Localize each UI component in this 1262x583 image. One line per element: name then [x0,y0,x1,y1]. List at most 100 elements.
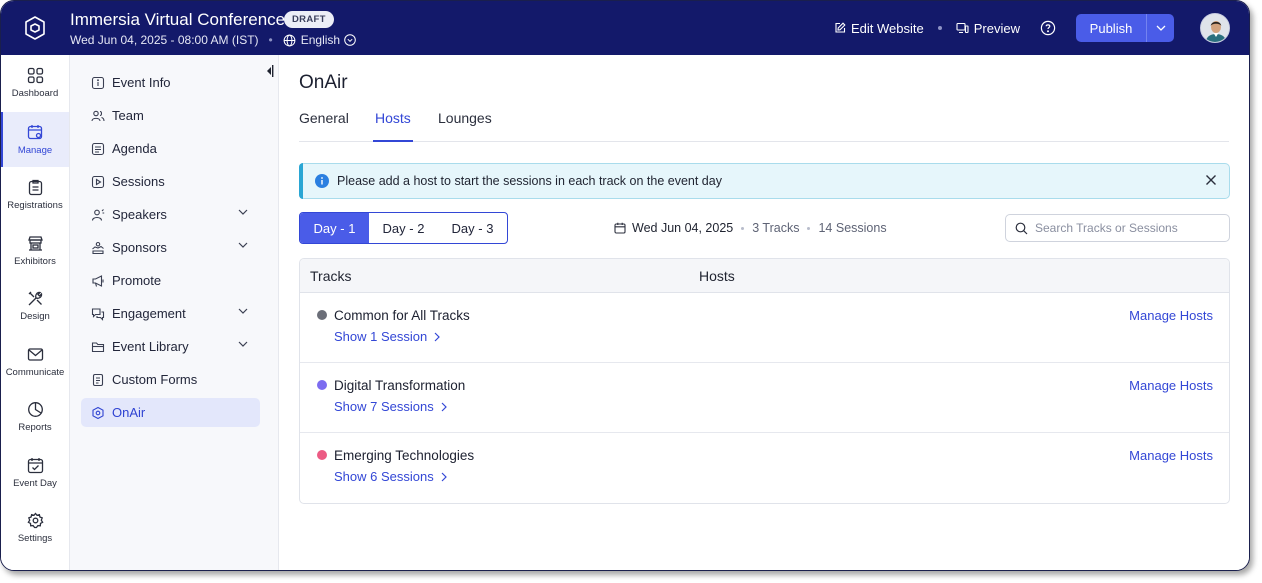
manage-nav-panel: Event Info Team Agenda Sessions Speakers… [70,55,279,570]
nav-item-speakers[interactable]: Speakers [81,200,260,229]
separator-dot [741,226,745,230]
rail-item-settings[interactable]: Settings [1,500,69,555]
avatar[interactable] [1200,13,1230,43]
separator-dot: • [268,33,273,47]
calendar-icon [614,222,626,234]
nav-item-label: Event Library [112,339,189,354]
form-icon [91,373,105,387]
speaker-icon [91,208,105,222]
edit-website-label: Edit Website [851,20,924,36]
column-header-tracks: Tracks [310,268,352,284]
info-banner: Please add a host to start the sessions … [299,163,1230,199]
event-datetime: Wed Jun 04, 2025 - 08:00 AM (IST) [70,33,259,47]
rail-item-event-day[interactable]: Event Day [1,445,69,500]
chevron-down-icon[interactable] [238,209,248,215]
rail-item-label: Exhibitors [14,255,56,267]
edit-website-button[interactable]: Edit Website [834,21,924,36]
header-separator [937,26,942,30]
table-row: Common for All Tracks Show 1 Session Man… [300,293,1229,363]
tracks-table: Tracks Hosts Common for All Tracks Show … [299,258,1230,504]
column-header-hosts: Hosts [699,268,735,284]
nav-item-agenda[interactable]: Agenda [81,134,260,163]
gear-icon [26,511,44,529]
nav-item-sessions[interactable]: Sessions [81,167,260,196]
nav-item-event-info[interactable]: Event Info [81,68,260,97]
nav-item-engagement[interactable]: Engagement [81,299,260,328]
manage-hosts-link[interactable]: Manage Hosts [1129,378,1213,393]
nav-item-label: Event Info [112,75,171,90]
edit-icon [834,22,851,34]
rail-item-reports[interactable]: Reports [1,389,69,444]
event-title: Immersia Virtual Conference [70,10,286,29]
publish-button[interactable]: Publish [1076,14,1174,42]
booth-icon [27,235,44,252]
chevron-right-icon [434,332,441,341]
chevron-down-circle-icon[interactable] [344,34,356,46]
header-actions: Edit Website Preview Publish [834,1,1249,55]
day-selector: Day - 1 Day - 2 Day - 3 [299,212,508,244]
chevron-down-icon[interactable] [238,242,248,248]
track-name: Common for All Tracks [334,308,470,323]
language-select[interactable]: English [301,33,340,47]
rail-item-label: Registrations [7,199,63,211]
track-color-dot [317,310,327,320]
rail-item-dashboard[interactable]: Dashboard [1,55,69,110]
selected-date: Wed Jun 04, 2025 [632,221,734,235]
show-sessions-label: Show 6 Sessions [334,469,434,484]
nav-item-event-library[interactable]: Event Library [81,332,260,361]
manage-hosts-link[interactable]: Manage Hosts [1129,448,1213,463]
rail-item-manage[interactable]: Manage [1,112,69,167]
nav-item-sponsors[interactable]: Sponsors [81,233,260,262]
app-window: Immersia Virtual Conference DRAFT Wed Ju… [0,0,1250,571]
nav-item-promote[interactable]: Promote [81,266,260,295]
rail-item-label: Design [20,310,50,322]
app-logo-icon[interactable] [23,15,47,41]
show-sessions-link[interactable]: Show 7 Sessions [334,399,447,414]
tab-lounges[interactable]: Lounges [438,110,492,142]
nav-item-onair[interactable]: OnAir [81,398,260,427]
day-tab-2[interactable]: Day - 2 [369,213,438,243]
day-tab-3[interactable]: Day - 3 [438,213,507,243]
track-color-dot [317,380,327,390]
nav-item-custom-forms[interactable]: Custom Forms [81,365,260,394]
show-sessions-label: Show 1 Session [334,329,428,344]
rail-item-exhibitors[interactable]: Exhibitors [1,223,69,278]
pie-chart-icon [27,401,44,418]
day-tab-1[interactable]: Day - 1 [300,213,369,243]
folder-icon [91,340,105,354]
agenda-icon [91,142,105,156]
tools-icon [27,290,44,307]
day-summary: Wed Jun 04, 2025 3 Tracks 14 Sessions [614,221,887,235]
help-icon[interactable] [1040,20,1056,36]
manage-hosts-link[interactable]: Manage Hosts [1129,308,1213,323]
info-card-icon [91,76,105,90]
envelope-icon [27,346,44,363]
rail-item-communicate[interactable]: Communicate [1,334,69,389]
search-input[interactable] [1035,221,1220,235]
tab-hosts[interactable]: Hosts [373,110,413,142]
chevron-down-icon[interactable] [238,308,248,314]
chevron-down-icon[interactable] [238,341,248,347]
onair-icon [91,406,105,420]
rail-item-label: Event Day [13,477,57,489]
search-icon [1015,222,1028,235]
rail-item-design[interactable]: Design [1,278,69,333]
rail-item-registrations[interactable]: Registrations [1,167,69,222]
show-sessions-link[interactable]: Show 1 Session [334,329,441,344]
play-icon [91,175,105,189]
info-message: Please add a host to start the sessions … [337,174,722,188]
collapse-panel-icon[interactable] [266,64,274,78]
preview-button[interactable]: Preview [956,21,1020,36]
main-content: OnAir General Hosts Lounges Please add a… [279,55,1249,570]
rail-item-label: Communicate [5,366,65,378]
publish-label: Publish [1089,20,1133,36]
close-icon[interactable] [1205,174,1217,186]
chevron-down-icon[interactable] [1147,25,1174,31]
show-sessions-link[interactable]: Show 6 Sessions [334,469,447,484]
rail-item-label: Reports [18,421,52,433]
tab-general[interactable]: General [299,110,349,142]
sessions-count: 14 Sessions [818,221,887,235]
nav-item-label: Engagement [112,306,186,321]
nav-item-label: Promote [112,273,162,288]
nav-item-team[interactable]: Team [81,101,260,130]
